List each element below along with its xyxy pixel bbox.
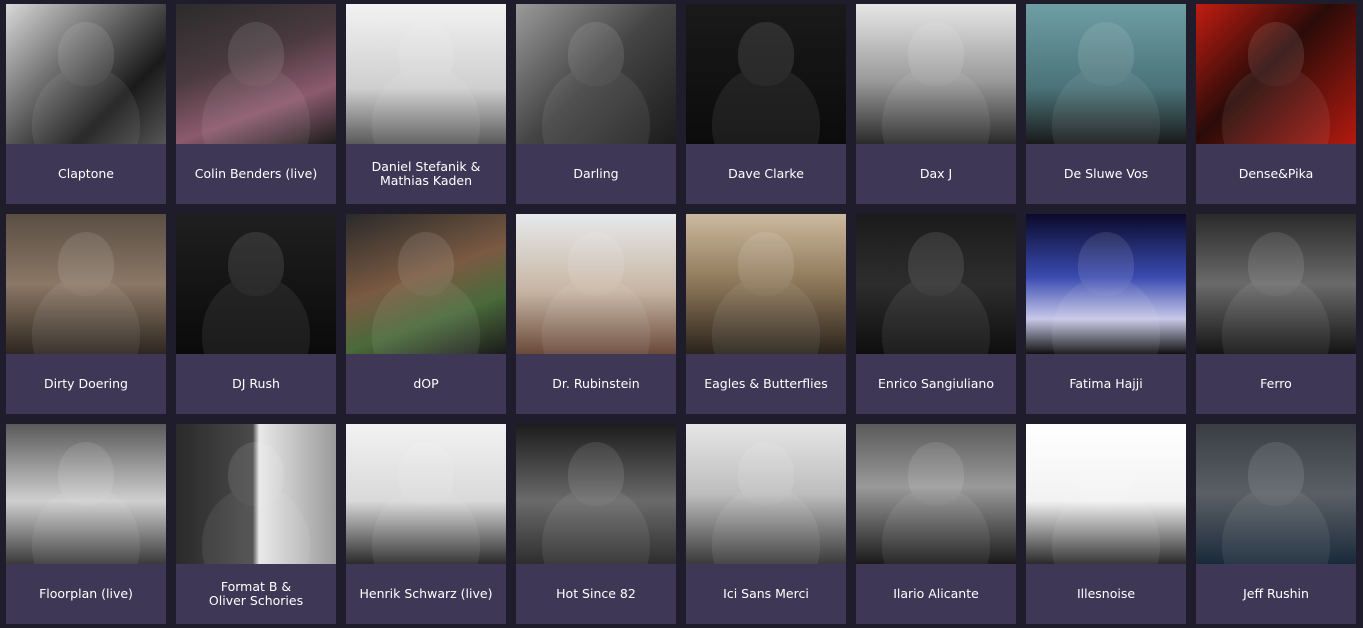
artist-photo[interactable] xyxy=(856,4,1016,144)
artist-name[interactable]: Format B & Oliver Schories xyxy=(176,564,336,624)
artist-card[interactable]: Format B & Oliver Schories xyxy=(176,424,336,624)
artist-card[interactable]: Jeff Rushin xyxy=(1196,424,1356,624)
artist-name[interactable]: Daniel Stefanik & Mathias Kaden xyxy=(346,144,506,204)
artist-name[interactable]: Dave Clarke xyxy=(686,144,846,204)
artist-photo[interactable] xyxy=(176,214,336,354)
artist-photo[interactable] xyxy=(1026,214,1186,354)
artist-name[interactable]: Henrik Schwarz (live) xyxy=(346,564,506,624)
artist-name[interactable]: Eagles & Butterflies xyxy=(686,354,846,414)
artist-card[interactable]: Dave Clarke xyxy=(686,4,846,204)
artist-photo[interactable] xyxy=(1196,214,1356,354)
artist-photo[interactable] xyxy=(686,214,846,354)
artist-photo[interactable] xyxy=(6,4,166,144)
artist-card[interactable]: Ferro xyxy=(1196,214,1356,414)
artist-card[interactable]: Illesnoise xyxy=(1026,424,1186,624)
artist-photo[interactable] xyxy=(1026,4,1186,144)
artist-photo[interactable] xyxy=(516,424,676,564)
artist-card[interactable]: Dense&Pika xyxy=(1196,4,1356,204)
artist-photo[interactable] xyxy=(1196,4,1356,144)
artist-name[interactable]: Darling xyxy=(516,144,676,204)
artist-name[interactable]: Ferro xyxy=(1196,354,1356,414)
artist-card[interactable]: Henrik Schwarz (live) xyxy=(346,424,506,624)
artist-card[interactable]: dOP xyxy=(346,214,506,414)
artist-name[interactable]: Fatima Hajji xyxy=(1026,354,1186,414)
artist-card[interactable]: Daniel Stefanik & Mathias Kaden xyxy=(346,4,506,204)
artist-name[interactable]: DJ Rush xyxy=(176,354,336,414)
artist-card[interactable]: Dirty Doering xyxy=(6,214,166,414)
artist-name[interactable]: dOP xyxy=(346,354,506,414)
artist-photo[interactable] xyxy=(176,424,336,564)
artist-photo[interactable] xyxy=(6,214,166,354)
artist-photo[interactable] xyxy=(516,4,676,144)
artist-card[interactable]: De Sluwe Vos xyxy=(1026,4,1186,204)
artist-name[interactable]: Ilario Alicante xyxy=(856,564,1016,624)
artist-name[interactable]: Jeff Rushin xyxy=(1196,564,1356,624)
artist-name[interactable]: Ici Sans Merci xyxy=(686,564,846,624)
artist-card[interactable]: Enrico Sangiuliano xyxy=(856,214,1016,414)
artist-photo[interactable] xyxy=(686,424,846,564)
artist-name[interactable]: Dirty Doering xyxy=(6,354,166,414)
artist-card[interactable]: Floorplan (live) xyxy=(6,424,166,624)
artist-name[interactable]: Enrico Sangiuliano xyxy=(856,354,1016,414)
artist-photo[interactable] xyxy=(1026,424,1186,564)
artist-card[interactable]: Ilario Alicante xyxy=(856,424,1016,624)
artist-name[interactable]: Colin Benders (live) xyxy=(176,144,336,204)
artist-card[interactable]: Claptone xyxy=(6,4,166,204)
artist-card[interactable]: Hot Since 82 xyxy=(516,424,676,624)
artist-photo[interactable] xyxy=(176,4,336,144)
artist-name[interactable]: Floorplan (live) xyxy=(6,564,166,624)
artist-photo[interactable] xyxy=(856,424,1016,564)
artist-name[interactable]: Illesnoise xyxy=(1026,564,1186,624)
artist-card[interactable]: Dax J xyxy=(856,4,1016,204)
artist-name[interactable]: Claptone xyxy=(6,144,166,204)
artist-photo[interactable] xyxy=(346,4,506,144)
artist-photo[interactable] xyxy=(856,214,1016,354)
artist-card[interactable]: Darling xyxy=(516,4,676,204)
artist-photo[interactable] xyxy=(516,214,676,354)
artist-photo[interactable] xyxy=(686,4,846,144)
artist-photo[interactable] xyxy=(6,424,166,564)
artist-card[interactable]: Eagles & Butterflies xyxy=(686,214,846,414)
artist-card[interactable]: Fatima Hajji xyxy=(1026,214,1186,414)
artist-card[interactable]: DJ Rush xyxy=(176,214,336,414)
artist-name[interactable]: De Sluwe Vos xyxy=(1026,144,1186,204)
artist-grid: Claptone Colin Benders (live) Daniel Stefa… xyxy=(6,4,1356,624)
artist-name[interactable]: Dense&Pika xyxy=(1196,144,1356,204)
artist-photo[interactable] xyxy=(1196,424,1356,564)
artist-card[interactable]: Ici Sans Merci xyxy=(686,424,846,624)
artist-name[interactable]: Dr. Rubinstein xyxy=(516,354,676,414)
artist-card[interactable]: Dr. Rubinstein xyxy=(516,214,676,414)
artist-photo[interactable] xyxy=(346,424,506,564)
artist-name[interactable]: Dax J xyxy=(856,144,1016,204)
artist-name[interactable]: Hot Since 82 xyxy=(516,564,676,624)
artist-photo[interactable] xyxy=(346,214,506,354)
artist-card[interactable]: Colin Benders (live) xyxy=(176,4,336,204)
